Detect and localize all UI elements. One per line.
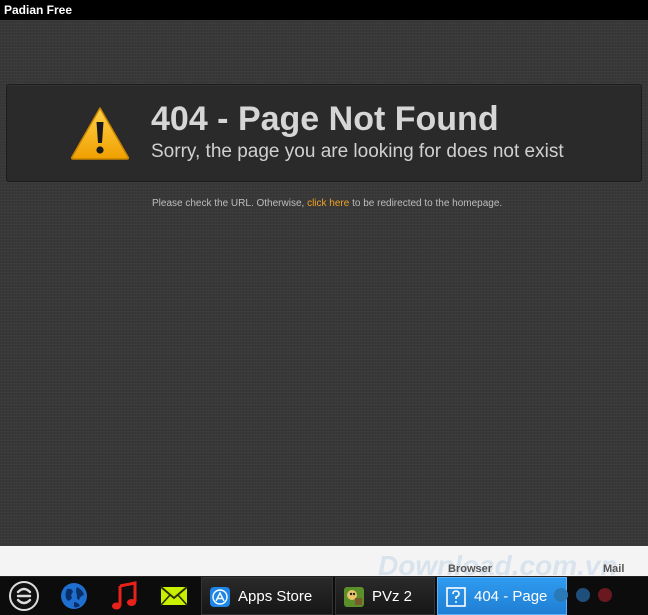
task-apps-store[interactable]: Apps Store [201, 577, 333, 615]
page-indicator-dot[interactable] [554, 588, 568, 602]
browser-label: Browser [448, 563, 493, 575]
redirect-hint: Please check the URL. Otherwise, click h… [152, 198, 502, 209]
mail-icon[interactable] [158, 580, 190, 612]
music-note-icon[interactable] [108, 580, 140, 612]
hint-prefix: Please check the URL. Otherwise, [152, 198, 308, 209]
unknown-page-icon [446, 587, 466, 607]
mail-label: Mail [603, 563, 625, 575]
homepage-link[interactable]: click here [307, 198, 349, 209]
error-panel: 404 - Page Not Found Sorry, the page you… [6, 84, 642, 182]
warning-icon [70, 107, 130, 160]
taskbar: Apps Store PVz 2 404 - Page [0, 576, 648, 615]
page-indicator-dot[interactable] [598, 588, 612, 602]
globe-icon[interactable] [58, 580, 90, 612]
app-store-icon [210, 587, 230, 607]
task-404-page[interactable]: 404 - Page [437, 577, 567, 615]
window-title: Padian Free [0, 0, 648, 20]
hint-suffix: to be redirected to the homepage. [349, 198, 503, 209]
error-title: 404 - Page Not Found [151, 100, 499, 138]
task-label: PVz 2 [372, 588, 413, 605]
task-label: 404 - Page [474, 588, 548, 605]
bottom-strip: Download.com.vn Browser Mail [0, 546, 648, 581]
error-subtitle: Sorry, the page you are looking for does… [151, 141, 564, 162]
task-pvz2[interactable]: PVz 2 [335, 577, 435, 615]
padian-logo-icon[interactable] [8, 580, 40, 612]
page-indicator-dot[interactable] [576, 588, 590, 602]
pvz-game-icon [344, 587, 364, 607]
task-label: Apps Store [238, 588, 313, 605]
browser-content: 404 - Page Not Found Sorry, the page you… [0, 20, 648, 546]
